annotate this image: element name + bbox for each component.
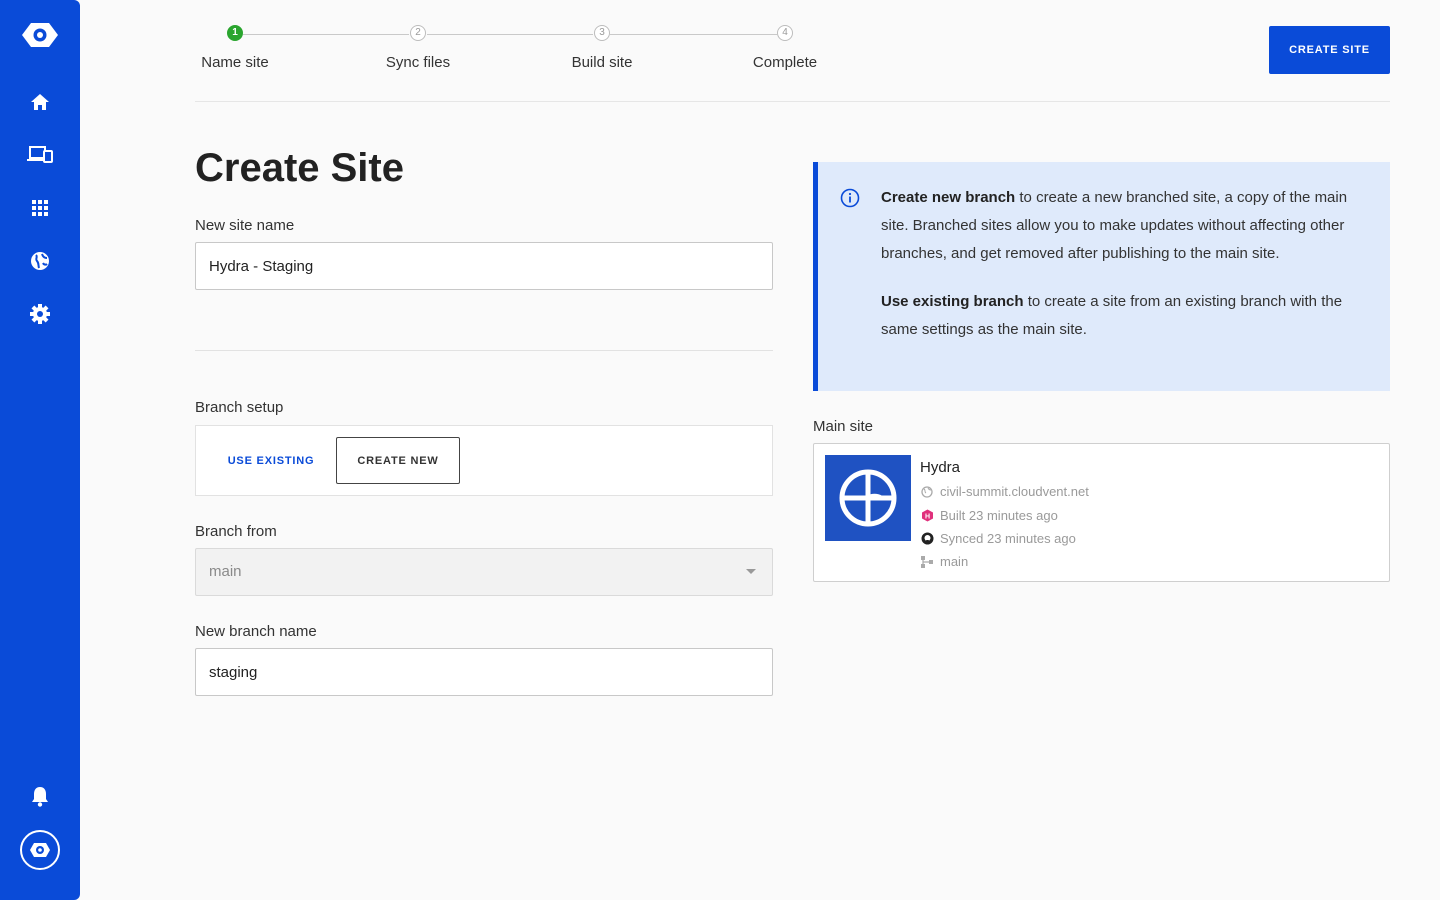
step-4-label[interactable]: Complete [753, 54, 817, 71]
site-url[interactable]: civil-summit.cloudvent.net [940, 484, 1089, 499]
create-site-button[interactable]: CREATE SITE [1269, 26, 1390, 74]
new-branch-input[interactable] [195, 648, 773, 696]
site-name-label: New site name [195, 217, 295, 234]
home-icon[interactable] [0, 90, 80, 114]
hugo-icon: H [920, 509, 934, 523]
step-1-label[interactable]: Name site [201, 54, 269, 71]
step-4-indicator[interactable]: 4 [777, 25, 793, 41]
page-title: Create Site [195, 146, 404, 190]
site-synced-status: Synced 23 minutes ago [940, 531, 1076, 546]
stepper: 1 2 3 4 Name site Sync files Build site … [195, 0, 1390, 102]
divider [195, 350, 773, 351]
info-icon [840, 188, 860, 213]
use-existing-button[interactable]: USE EXISTING [216, 437, 326, 484]
logo-icon[interactable] [0, 18, 80, 52]
globe-icon[interactable] [0, 249, 80, 273]
info-callout: Create new branch to create a new branch… [813, 162, 1390, 391]
info-paragraph-create-new: Create new branch to create a new branch… [881, 184, 1376, 268]
github-icon [920, 532, 934, 546]
site-thumbnail [825, 455, 911, 541]
info-paragraph-use-existing: Use existing branch to create a site fro… [881, 288, 1376, 344]
caret-down-icon [746, 569, 756, 574]
step-2-indicator[interactable]: 2 [410, 25, 426, 41]
branch-setup-label: Branch setup [195, 399, 284, 416]
branch-from-value: main [209, 563, 242, 580]
step-connector [243, 34, 409, 35]
site-built-status: Built 23 minutes ago [940, 508, 1058, 523]
branch-setup-toggle: USE EXISTING CREATE NEW [195, 425, 773, 496]
site-branch-row: main [920, 554, 968, 569]
info-create-new-bold: Create new branch [881, 189, 1016, 206]
info-use-existing-bold: Use existing branch [881, 293, 1024, 310]
main-site-label: Main site [813, 418, 874, 435]
gear-icon[interactable] [0, 302, 80, 326]
create-new-button[interactable]: CREATE NEW [336, 437, 460, 484]
site-name: Hydra [920, 459, 961, 476]
step-connector [610, 34, 777, 35]
sidebar [0, 0, 80, 900]
site-branch: main [940, 554, 969, 569]
account-icon[interactable] [0, 829, 80, 871]
branch-from-label: Branch from [195, 523, 277, 540]
site-synced-row: Synced 23 minutes ago [920, 531, 1076, 546]
step-1-indicator[interactable]: 1 [227, 25, 243, 41]
site-name-input[interactable] [195, 242, 773, 290]
new-branch-label: New branch name [195, 623, 317, 640]
apps-grid-icon[interactable] [0, 196, 80, 220]
branch-icon [920, 555, 934, 569]
main-site-card[interactable]: Hydra civil-summit.cloudvent.net H Built… [813, 443, 1390, 582]
devices-icon[interactable] [0, 143, 80, 167]
svg-text:H: H [924, 513, 929, 520]
step-connector [427, 34, 593, 35]
step-2-label[interactable]: Sync files [386, 54, 450, 71]
globe-icon [920, 485, 934, 499]
site-url-row: civil-summit.cloudvent.net [920, 484, 1089, 499]
branch-from-select[interactable]: main [195, 548, 773, 596]
step-3-indicator[interactable]: 3 [594, 25, 610, 41]
site-built-row: H Built 23 minutes ago [920, 508, 1058, 523]
bell-icon[interactable] [0, 784, 80, 808]
step-3-label[interactable]: Build site [572, 54, 633, 71]
